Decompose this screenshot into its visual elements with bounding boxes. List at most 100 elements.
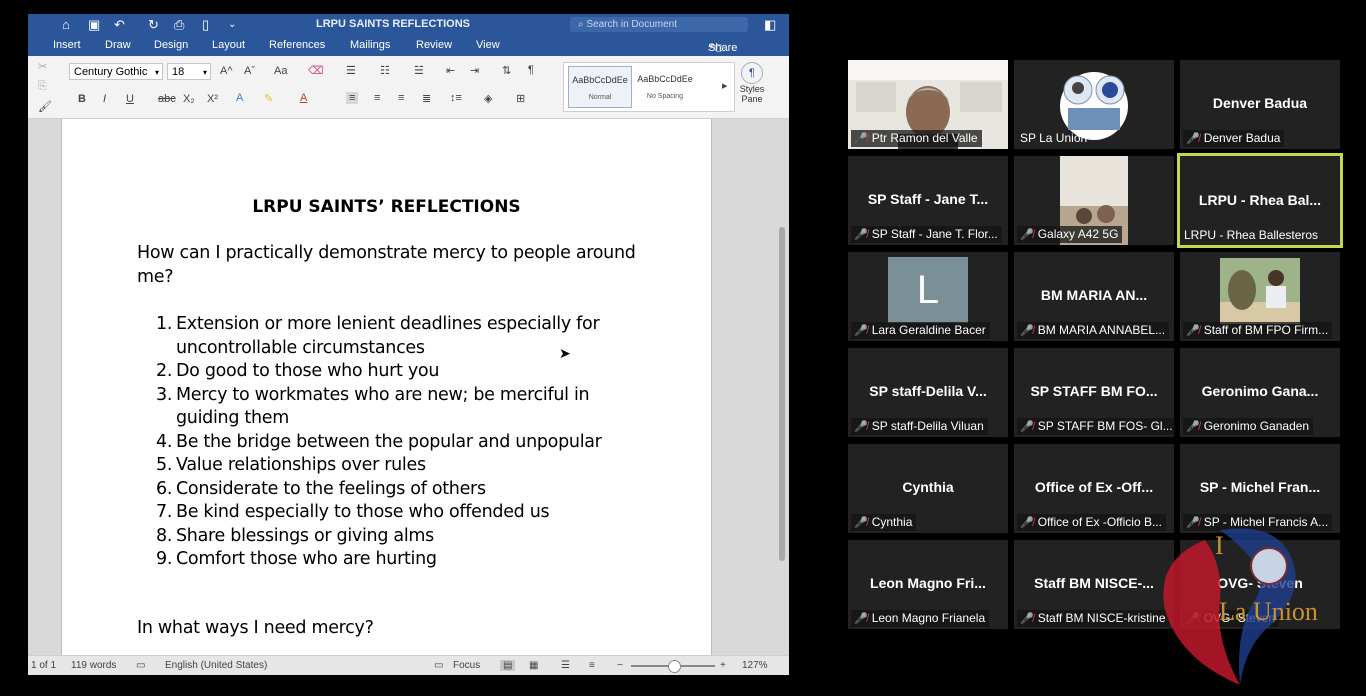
participant-tile[interactable]: L 🎤̸ Lara Geraldine Bacer [848,252,1008,341]
numbering-icon[interactable]: ☷ [380,64,390,77]
participant-tile[interactable]: BM MARIA AN... 🎤̸ BM MARIA ANNABEL... [1014,252,1174,341]
subscript-icon[interactable]: X₂ [183,93,195,105]
print-layout-icon[interactable]: ▤ [500,660,516,671]
participant-label: 🎤̸ Galaxy A42 5G [1017,226,1123,243]
participant-tile[interactable]: Denver Badua 🎤̸ Denver Badua [1180,60,1340,149]
zoom-slider-knob[interactable] [668,660,681,673]
participant-tile[interactable]: Leon Magno Fri... 🎤̸ Leon Magno Frianela [848,540,1008,629]
align-center-icon[interactable]: ≡ [374,92,380,104]
borders-icon[interactable]: ⊞ [516,92,525,105]
change-case-icon[interactable]: Aa [274,65,287,77]
tab-references[interactable]: References [269,39,325,51]
focus-icon: ▭ [434,660,444,671]
word-count[interactable]: 119 words [71,660,116,671]
language[interactable]: English (United States) [165,660,267,671]
sort-icon[interactable]: ⇅ [502,64,511,77]
list-item: 5. Value relationships over rules [156,455,426,475]
clear-format-icon[interactable]: ⌫ [308,64,324,77]
cut-icon[interactable]: ✂ [38,60,47,73]
font-size-select[interactable]: 18 ▾ [167,63,211,80]
copy-icon[interactable]: ⎘ [38,80,47,93]
vertical-scrollbar[interactable] [779,227,785,561]
undo-icon[interactable]: ↶ [114,17,125,33]
outline-icon[interactable]: ☰ [561,660,570,671]
account-icon[interactable]: ◧ [764,17,776,33]
zoom-out-icon[interactable]: − [617,660,623,671]
participant-tile[interactable]: Cynthia 🎤̸ Cynthia [848,444,1008,533]
tab-review[interactable]: Review [416,39,452,51]
participant-tile[interactable]: SP STAFF BM FO... 🎤̸ SP STAFF BM FOS- Gl.… [1014,348,1174,437]
italic-icon[interactable]: I [103,93,106,105]
shrink-font-icon[interactable]: Aˇ [244,65,255,77]
participant-label: 🎤̸ Denver Badua [1183,130,1285,147]
style-no-spacing[interactable]: AaBbCcDdEe No Spacing [634,66,696,106]
participant-label: 🎤̸ Lara Geraldine Bacer [851,322,990,339]
participant-tile[interactable]: SP La Union [1014,60,1174,149]
muted-mic-icon: 🎤̸ [1020,613,1034,625]
participant-tile[interactable]: 🎤̸ Ptr Ramon del Valle [848,60,1008,149]
strikethrough-icon[interactable]: abc [158,93,176,105]
participant-label: 🎤̸ Cynthia [851,514,917,531]
search-input[interactable]: ⌕ Search in Document [570,17,748,32]
align-right-icon[interactable]: ≡ [398,92,404,104]
bold-icon[interactable]: B [78,93,86,105]
participant-label-text: BM MARIA ANNABEL... [1037,323,1166,337]
list-item-text: Extension or more lenient deadlines espe… [176,314,600,358]
draft-icon[interactable]: ≡ [589,660,595,671]
redo-icon[interactable]: ↻ [148,17,159,33]
participant-tile[interactable]: 🎤̸ Galaxy A42 5G [1014,156,1174,245]
customize-icon[interactable]: ⌄ [228,17,236,33]
format-painter-icon[interactable]: 🖌 [38,100,52,113]
tab-insert[interactable]: Insert [53,39,81,51]
collapse-ribbon-icon[interactable]: ⌃ [708,42,717,55]
zoom-level[interactable]: 127% [742,660,768,671]
font-color-icon[interactable]: A [300,92,307,104]
proofing-icon[interactable]: ▭ [136,660,145,671]
bullets-icon[interactable]: ☰ [346,64,356,77]
increase-indent-icon[interactable]: ⇥ [470,64,479,77]
styles-pane-button[interactable]: ¶ Styles Pane [734,62,770,104]
text-effects-icon[interactable]: A [236,92,243,104]
decrease-indent-icon[interactable]: ⇤ [446,64,455,77]
tab-layout[interactable]: Layout [212,39,245,51]
style-normal[interactable]: AaBbCcDdEe Normal [568,66,632,108]
participant-label: 🎤̸ Leon Magno Frianela [851,610,990,627]
save-icon[interactable]: ▣ [88,17,100,33]
participant-name: BM MARIA AN... [1040,287,1148,303]
participant-label-text: SP staff-Delila Viluan [871,419,984,433]
participant-label: 🎤̸ BM MARIA ANNABEL... [1017,322,1170,339]
shading-icon[interactable]: ◈ [484,92,492,105]
participant-tile[interactable]: Geronimo Gana... 🎤̸ Geronimo Ganaden [1180,348,1340,437]
document-page[interactable]: LRPU SAINTS’ REFLECTIONS How can I pract… [61,119,712,655]
new-doc-icon[interactable]: ▯ [202,17,209,33]
superscript-icon[interactable]: X² [207,93,218,105]
zoom-in-icon[interactable]: + [720,660,726,671]
tab-view[interactable]: View [476,39,500,51]
justify-icon[interactable]: ≣ [422,92,431,105]
participant-label: 🎤̸ SP Staff - Jane T. Flor... [851,226,1002,243]
document-heading: LRPU SAINTS’ REFLECTIONS [252,197,521,217]
multilevel-icon[interactable]: ☱ [414,64,424,77]
print-icon[interactable]: ⎙ [174,17,184,33]
underline-icon[interactable]: U [126,93,134,105]
font-name-select[interactable]: Century Gothic ▾ [69,63,163,80]
pilcrow-icon[interactable]: ¶ [528,64,534,76]
grow-font-icon[interactable]: A^ [220,65,233,77]
home-icon[interactable]: ⌂ [62,17,70,33]
participant-tile-active-speaker[interactable]: LRPU - Rhea Bal... LRPU - Rhea Ballester… [1177,153,1343,248]
gallery-more-icon[interactable]: ▸ [722,79,728,92]
tab-mailings[interactable]: Mailings [350,39,390,51]
participant-tile[interactable]: 🎤̸ Staff of BM FPO Firm... [1180,252,1340,341]
participant-tile[interactable]: SP Staff - Jane T... 🎤̸ SP Staff - Jane T… [848,156,1008,245]
web-layout-icon[interactable]: ▦ [529,660,538,671]
tab-design[interactable]: Design [154,39,188,51]
tab-draw[interactable]: Draw [105,39,131,51]
word-window: ⌂ ▣ ↶ ↻ ⎙ ▯ ⌄ LRPU SAINTS REFLECTIONS ⌕ … [28,14,789,675]
list-item-text: Considerate to the feelings of others [176,478,486,499]
participant-tile[interactable]: SP staff-Delila V... 🎤̸ SP staff-Delila V… [848,348,1008,437]
line-spacing-icon[interactable]: ↕≡ [450,92,462,104]
highlight-icon[interactable]: ✎ [264,92,273,105]
page-count[interactable]: 1 of 1 [31,660,56,671]
align-left-icon[interactable]: ≡ [346,92,359,104]
focus-button[interactable]: Focus [453,660,480,671]
